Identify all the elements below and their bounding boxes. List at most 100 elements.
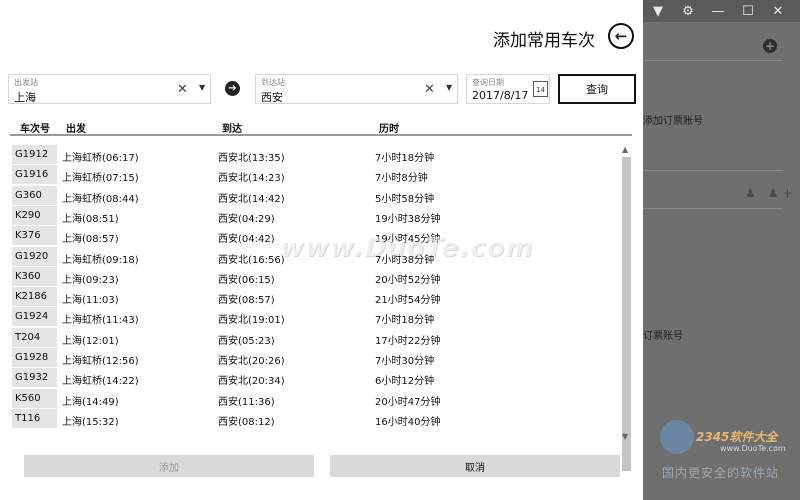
cell-duration: 5小时58分钟 <box>375 193 435 205</box>
add-button[interactable]: 添加 <box>24 455 314 477</box>
to-station-value[interactable]: 西安 <box>261 89 283 105</box>
cancel-button[interactable]: 取消 <box>330 455 620 477</box>
from-dropdown-icon[interactable]: ▼ <box>199 83 205 92</box>
scrollbar[interactable]: ▲ ▼ <box>621 145 632 471</box>
cell-arrival: 西安(04:29) <box>218 213 275 225</box>
scroll-down-icon[interactable]: ▼ <box>622 432 628 441</box>
cell-arrival: 西安(08:12) <box>218 416 275 428</box>
menu-dropdown-icon[interactable]: ▼ <box>643 0 673 22</box>
person-icons[interactable]: ♟ ♟+ <box>745 186 796 200</box>
col-departure: 出发 <box>66 124 86 135</box>
table-row[interactable]: G1928 上海虹桥(12:56) 西安北(20:26) 7小时30分钟 <box>10 348 618 368</box>
from-station-field[interactable]: 出发站 上海 ✕ ▼ <box>8 74 211 104</box>
cell-train-no: G1912 <box>12 145 57 164</box>
window-titlebar: ▼ ⚙ — ☐ ✕ <box>643 0 800 22</box>
cell-arrival: 西安北(19:01) <box>218 315 285 327</box>
cell-arrival: 西安北(14:23) <box>218 173 285 185</box>
back-arrow-icon[interactable]: ← <box>608 23 634 49</box>
cell-arrival: 西安北(20:26) <box>218 356 285 367</box>
col-arrival: 到达 <box>222 124 242 135</box>
add-circle-icon[interactable]: + <box>763 39 777 53</box>
divider <box>643 170 783 171</box>
arrow-right-icon[interactable]: ➔ <box>225 81 240 96</box>
from-station-value[interactable]: 上海 <box>14 89 36 105</box>
date-value[interactable]: 2017/8/17 <box>472 89 528 102</box>
divider <box>643 60 783 61</box>
cell-duration: 16小时40分钟 <box>375 416 441 428</box>
table-row[interactable]: G360 上海虹桥(08:44) 西安北(14:42) 5小时58分钟 <box>10 185 618 206</box>
cell-duration: 17小时22分钟 <box>375 335 441 347</box>
account-text: 订票账号 <box>643 331 683 342</box>
cell-train-no: K290 <box>12 205 57 225</box>
table-row[interactable]: K376 上海(08:57) 西安(04:42) 19小时45分钟 <box>10 226 618 246</box>
cell-train-no: G1916 <box>12 165 57 185</box>
cell-duration: 21小时54分钟 <box>375 295 441 307</box>
cell-departure: 上海虹桥(14:22) <box>62 376 139 388</box>
cell-duration: 20小时52分钟 <box>375 274 441 286</box>
cell-departure: 上海(12:01) <box>62 335 119 347</box>
cell-departure: 上海(09:23) <box>62 274 119 286</box>
query-button[interactable]: 查询 <box>558 74 636 104</box>
table-row[interactable]: G1932 上海虹桥(14:22) 西安北(20:34) 6小时12分钟 <box>10 368 618 388</box>
scroll-up-icon[interactable]: ▲ <box>622 145 628 154</box>
table-row[interactable]: K290 上海(08:51) 西安(04:29) 19小时38分钟 <box>10 205 618 226</box>
from-station-label: 出发站 <box>14 78 38 87</box>
train-list: G1912 上海虹桥(06:17) 西安北(13:35) 7小时18分钟 G1916 上海… <box>10 145 618 435</box>
cell-arrival: 西安北(16:56) <box>218 254 285 266</box>
divider <box>643 208 783 209</box>
table-row[interactable]: K360 上海(09:23) 西安(06:15) 20小时52分钟 <box>10 266 618 287</box>
to-station-label: 到达站 <box>261 78 285 87</box>
date-label: 查询日期 <box>472 78 504 87</box>
table-row[interactable]: K2186 上海(11:03) 西安(08:57) 21小时54分钟 <box>10 287 618 307</box>
dialog-title: 添加常用车次 <box>493 31 595 51</box>
calendar-icon[interactable]: 14 <box>533 81 548 97</box>
table-row[interactable]: G1920 上海虹桥(09:18) 西安北(16:56) 7小时38分钟 <box>10 246 618 267</box>
watermark-url: www.DuoTe.com <box>720 444 786 453</box>
date-field[interactable]: 查询日期 2017/8/17 14 <box>466 74 550 104</box>
add-frequent-train-dialog: 添加常用车次 ← 出发站 上海 ✕ ▼ ➔ 到达站 西安 ✕ ▼ 查询日期 20… <box>0 0 643 500</box>
close-icon[interactable]: ✕ <box>763 0 793 22</box>
cell-train-no: G1932 <box>12 368 57 388</box>
cell-train-no: G360 <box>12 185 57 205</box>
cell-duration: 7小时18分钟 <box>375 153 435 164</box>
cell-train-no: T116 <box>12 408 57 428</box>
cell-duration: 19小时45分钟 <box>375 234 441 246</box>
to-dropdown-icon[interactable]: ▼ <box>446 83 452 92</box>
table-header: 车次号 出发 到达 历时 <box>10 118 632 136</box>
cell-train-no: K376 <box>12 226 57 246</box>
clear-to-icon[interactable]: ✕ <box>424 82 435 97</box>
minimize-icon[interactable]: — <box>703 0 733 22</box>
settings-gear-icon[interactable]: ⚙ <box>673 0 703 22</box>
to-station-field[interactable]: 到达站 西安 ✕ ▼ <box>255 74 458 104</box>
watermark-tagline: 国内更安全的软件站 <box>662 466 780 480</box>
table-row[interactable]: T204 上海(12:01) 西安(05:23) 17小时22分钟 <box>10 327 618 348</box>
cell-departure: 上海虹桥(08:44) <box>62 193 139 205</box>
cell-departure: 上海(11:03) <box>62 295 119 307</box>
cell-train-no: T204 <box>12 327 57 347</box>
table-row[interactable]: G1924 上海虹桥(11:43) 西安北(19:01) 7小时18分钟 <box>10 307 618 327</box>
cell-departure: 上海(15:32) <box>62 416 119 428</box>
cell-duration: 7小时38分钟 <box>375 254 435 266</box>
scroll-thumb[interactable] <box>622 157 631 471</box>
cell-duration: 20小时47分钟 <box>375 396 441 408</box>
cell-arrival: 西安北(13:35) <box>218 153 285 164</box>
cell-arrival: 西安北(14:42) <box>218 193 285 205</box>
cell-duration: 7小时18分钟 <box>375 315 435 327</box>
table-row[interactable]: K560 上海(14:49) 西安(11:36) 20小时47分钟 <box>10 388 618 409</box>
table-row[interactable]: G1912 上海虹桥(06:17) 西安北(13:35) 7小时18分钟 <box>10 145 618 165</box>
cell-arrival: 西安北(20:34) <box>218 376 285 388</box>
cell-train-no: G1920 <box>12 246 57 266</box>
table-row[interactable]: G1916 上海虹桥(07:15) 西安北(14:23) 7小时8分钟 <box>10 165 618 185</box>
add-account-text: 添加订票账号 <box>643 116 703 127</box>
cell-departure: 上海虹桥(07:15) <box>62 173 139 185</box>
cell-departure: 上海(08:57) <box>62 234 119 246</box>
maximize-icon[interactable]: ☐ <box>733 0 763 22</box>
cell-arrival: 西安(05:23) <box>218 335 275 347</box>
cell-train-no: K2186 <box>12 287 57 307</box>
clear-from-icon[interactable]: ✕ <box>177 82 188 97</box>
cell-departure: 上海虹桥(12:56) <box>62 356 139 367</box>
cell-departure: 上海虹桥(06:17) <box>62 153 139 164</box>
cell-departure: 上海虹桥(09:18) <box>62 254 139 266</box>
cell-train-no: G1928 <box>12 348 57 367</box>
table-row[interactable]: T116 上海(15:32) 西安(08:12) 16小时40分钟 <box>10 408 618 429</box>
